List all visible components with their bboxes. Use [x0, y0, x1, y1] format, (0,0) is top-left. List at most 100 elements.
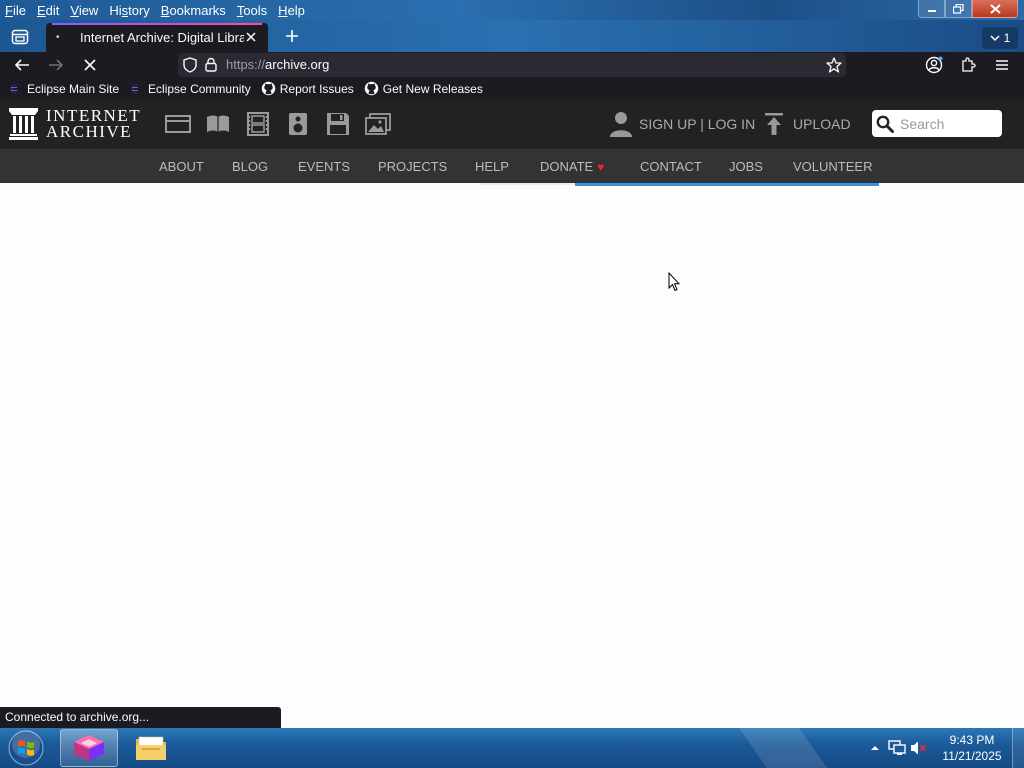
- back-button[interactable]: [10, 54, 34, 76]
- nav-jobs[interactable]: JOBS: [729, 159, 763, 174]
- nav-projects[interactable]: PROJECTS: [378, 159, 447, 174]
- bookmark-eclipse-main-site[interactable]: Eclipse Main Site: [8, 82, 119, 96]
- close-window-button[interactable]: [972, 0, 1018, 18]
- software-floppy-icon[interactable]: [324, 111, 352, 137]
- tab-count-label: 1: [1003, 31, 1011, 45]
- menu-file[interactable]: File: [0, 0, 32, 20]
- close-icon: [989, 3, 1001, 14]
- bookmark-star-button[interactable]: [822, 54, 846, 76]
- user-icon: [610, 112, 632, 137]
- nav-donate-label: DONATE: [540, 159, 594, 174]
- restore-icon: [953, 3, 964, 14]
- menu-history[interactable]: History: [104, 0, 155, 20]
- web-archive-icon[interactable]: [164, 111, 192, 137]
- nav-help[interactable]: HELP: [475, 159, 509, 174]
- windows-start-icon: [8, 730, 44, 766]
- puzzle-icon: [962, 57, 976, 72]
- address-bar[interactable]: https://archive.org: [178, 53, 846, 77]
- stop-loading-button[interactable]: [78, 54, 102, 76]
- images-icon[interactable]: [364, 111, 392, 137]
- search-icon[interactable]: [876, 115, 894, 133]
- back-arrow-icon: [14, 59, 29, 71]
- mouse-pointer-icon: [668, 271, 681, 295]
- menu-bookmarks[interactable]: Bookmarks: [156, 0, 232, 20]
- github-icon: [261, 81, 277, 96]
- taskbar-explorer-button[interactable]: [122, 729, 180, 767]
- ia-media-menu: [164, 111, 392, 137]
- ia-search-box: [872, 110, 1002, 137]
- nav-volunteer[interactable]: VOLUNTEER: [793, 159, 872, 174]
- stop-icon: [84, 59, 96, 71]
- minimize-icon: [927, 9, 936, 12]
- texts-book-icon[interactable]: [204, 111, 232, 137]
- ia-header: INTERNET ARCHIVE SIGN UP | LOG IN UPLOAD: [0, 99, 1024, 149]
- nav-donate[interactable]: DONATE ♥: [540, 159, 604, 174]
- url-text: https://archive.org: [226, 57, 329, 72]
- forward-arrow-icon: [49, 59, 64, 71]
- window-controls: [918, 0, 1018, 18]
- ia-logo-link[interactable]: INTERNET ARCHIVE: [9, 107, 141, 141]
- bookmark-label: Report Issues: [279, 81, 354, 96]
- firefox-view-button[interactable]: [8, 26, 32, 48]
- account-icon: [925, 56, 943, 74]
- app-menu-button[interactable]: [990, 54, 1014, 76]
- tab-close-button[interactable]: [244, 30, 258, 45]
- archive-building-icon: [9, 108, 38, 140]
- forward-button[interactable]: [44, 54, 68, 76]
- new-tab-button[interactable]: [281, 27, 303, 49]
- start-button[interactable]: [6, 729, 46, 767]
- tab-strip: • Internet Archive: Digital Library 1: [0, 20, 1024, 52]
- nav-contact[interactable]: CONTACT: [640, 159, 702, 174]
- minimize-button[interactable]: [918, 0, 945, 18]
- chevron-up-icon: [871, 746, 879, 750]
- list-all-tabs-button[interactable]: 1: [982, 27, 1018, 49]
- nav-blog[interactable]: BLOG: [232, 159, 268, 174]
- menu-view[interactable]: View: [65, 0, 104, 20]
- signup-login-link[interactable]: SIGN UP | LOG IN: [610, 111, 755, 137]
- close-icon: [246, 32, 256, 42]
- eclipse-icon: [129, 82, 145, 96]
- signup-login-label: SIGN UP | LOG IN: [639, 116, 756, 132]
- clock-date: 11/21/2025: [942, 749, 1002, 763]
- firefox-view-icon: [11, 29, 29, 45]
- taskbar-clock[interactable]: 9:43 PM 11/21/2025: [936, 732, 1008, 764]
- nav-events[interactable]: EVENTS: [298, 159, 350, 174]
- show-hidden-icons-button[interactable]: [864, 737, 886, 759]
- eclipse-icon: [8, 82, 24, 96]
- bookmark-get-new-releases[interactable]: Get New Releases: [364, 82, 483, 96]
- show-desktop-button[interactable]: [1012, 728, 1024, 768]
- bookmark-label: Get New Releases: [382, 81, 483, 96]
- bookmark-report-issues[interactable]: Report Issues: [261, 82, 354, 96]
- bookmarks-toolbar: Eclipse Main Site Eclipse Community Repo…: [0, 78, 1024, 99]
- url-host: archive.org: [265, 57, 330, 72]
- menu-tools[interactable]: Tools: [232, 0, 273, 20]
- audio-speaker-icon[interactable]: [284, 111, 312, 137]
- upload-link[interactable]: UPLOAD: [764, 111, 851, 137]
- heart-icon: ♥: [597, 160, 605, 174]
- folder-icon: [136, 736, 166, 760]
- ia-secondary-nav: ABOUT BLOG EVENTS PROJECTS HELP DONATE ♥ …: [0, 149, 1024, 183]
- volume-muted-icon[interactable]: [908, 737, 930, 759]
- extensions-button[interactable]: [956, 54, 980, 76]
- windows-taskbar: 9:43 PM 11/21/2025: [0, 728, 1024, 768]
- bookmark-eclipse-community[interactable]: Eclipse Community: [129, 82, 251, 96]
- network-icon[interactable]: [886, 737, 908, 759]
- navigation-toolbar: https://archive.org: [0, 52, 1024, 78]
- bookmark-label: Eclipse Main Site: [27, 81, 120, 96]
- shield-icon: [183, 57, 197, 73]
- search-input[interactable]: [900, 115, 996, 132]
- video-film-icon[interactable]: [244, 111, 272, 137]
- tab-internet-archive[interactable]: • Internet Archive: Digital Library: [46, 23, 268, 52]
- menu-help[interactable]: Help: [273, 0, 311, 20]
- browser-app-icon: [74, 735, 104, 761]
- chevron-down-icon: [990, 35, 1000, 42]
- tab-title: Internet Archive: Digital Library: [80, 30, 244, 45]
- restore-button[interactable]: [945, 0, 972, 18]
- account-button[interactable]: [922, 54, 946, 76]
- ia-logo-line2: ARCHIVE: [46, 122, 133, 141]
- taskbar-firefox-button[interactable]: [60, 729, 118, 767]
- menu-edit[interactable]: Edit: [32, 0, 65, 20]
- url-scheme: https://: [226, 57, 266, 72]
- nav-about[interactable]: ABOUT: [159, 159, 204, 174]
- lock-icon: [205, 57, 217, 72]
